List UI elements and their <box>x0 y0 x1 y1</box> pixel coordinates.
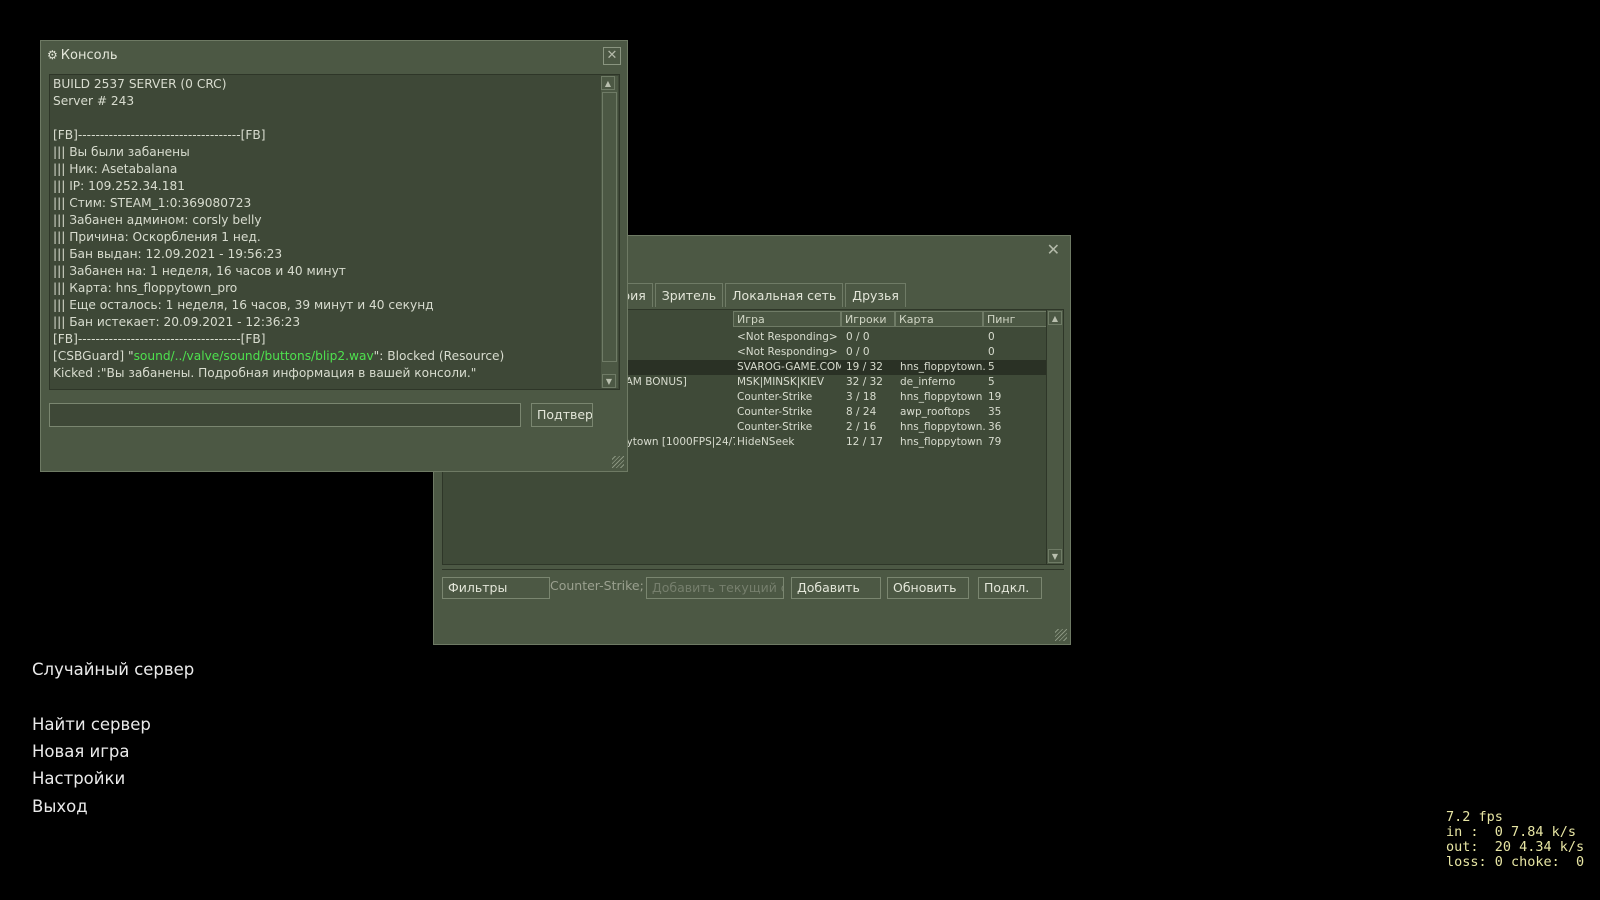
server-ping: 5 <box>988 361 995 373</box>
scroll-up-icon[interactable]: ▲ <box>1048 311 1062 325</box>
server-map: hns_floppytown... <box>900 421 986 433</box>
server-game: <Not Responding> <box>737 346 838 358</box>
server-game: Counter-Strike <box>737 421 813 433</box>
console-window: ⚙ Консоль ✕ BUILD 2537 SERVER (0 CRC) Ser… <box>40 40 628 472</box>
console-line: ||| Бан истекает: 20.09.2021 - 12:36:23 <box>53 315 301 329</box>
server-game: <Not Responding> <box>737 331 838 343</box>
console-scrollbar[interactable]: ▲ ▼ <box>601 76 618 388</box>
console-line: ||| Бан выдан: 12.09.2021 - 19:56:23 <box>53 247 283 261</box>
scroll-up-icon[interactable]: ▲ <box>601 76 615 90</box>
server-ping: 35 <box>988 406 1002 418</box>
server-players: 3 / 18 <box>846 391 877 403</box>
console-line: ||| Ник: Asetabalana <box>53 162 178 176</box>
refresh-button[interactable]: Обновить <box>887 577 969 599</box>
console-line-kicked: Kicked :"Вы забанены. Подробная информац… <box>53 366 477 380</box>
add-current-server-button[interactable]: Добавить текущий се... <box>646 577 784 599</box>
console-line: BUILD 2537 SERVER (0 CRC) <box>53 77 227 91</box>
browser-button-bar: Фильтры Counter-Strike; Добавить текущий… <box>442 569 1064 604</box>
console-line: ||| Забанен на: 1 неделя, 16 часов и 40 … <box>53 264 346 278</box>
server-players: 19 / 32 <box>846 361 883 373</box>
server-players: 12 / 17 <box>846 436 883 448</box>
console-line: Server # 243 <box>53 94 135 108</box>
steam-icon: ⚙ <box>47 48 58 62</box>
submit-button[interactable]: Подтвер.. <box>531 403 593 427</box>
server-ping: 19 <box>988 391 1002 403</box>
server-players: 32 / 32 <box>846 376 883 388</box>
filter-summary: Counter-Strike; <box>550 578 644 593</box>
server-players: 2 / 16 <box>846 421 877 433</box>
console-line: [FB]------------------------------------… <box>53 128 266 142</box>
console-titlebar[interactable]: ⚙ Консоль <box>47 48 118 63</box>
server-map: de_inferno <box>900 376 956 388</box>
in-readout: in : 0 7.84 k/s <box>1446 824 1577 840</box>
console-line: ||| Карта: hns_floppytown_pro <box>53 281 238 295</box>
csb-prefix: [CSBGuard] " <box>53 349 134 363</box>
scroll-down-icon[interactable]: ▼ <box>602 374 616 388</box>
server-players: 0 / 0 <box>846 346 870 358</box>
net-graph: 7.2 fps in : 0 7.84 k/s out: 20 4.34 k/s lo… <box>1446 810 1584 870</box>
server-game: Counter-Strike <box>737 406 813 418</box>
fps-readout: 7.2 fps <box>1446 809 1503 825</box>
server-map: hns_floppytown <box>900 436 983 448</box>
console-line: ||| Вы были забанены <box>53 145 190 159</box>
filters-button[interactable]: Фильтры <box>442 577 550 599</box>
column-header-map[interactable]: Карта <box>895 311 983 327</box>
tab-friends[interactable]: Друзья <box>845 283 906 307</box>
console-command-input[interactable] <box>49 403 521 427</box>
csb-suffix: ": Blocked (Resource) <box>373 349 505 363</box>
list-scrollbar[interactable]: ▲ ▼ <box>1046 310 1063 564</box>
server-game: Counter-Strike <box>737 391 813 403</box>
csb-path: sound/../valve/sound/buttons/blip2.wav <box>133 349 374 363</box>
browser-tabs: История Зритель Локальная сеть Друзья <box>584 283 908 307</box>
server-map <box>900 330 986 345</box>
console-output: BUILD 2537 SERVER (0 CRC) Server # 243 [… <box>49 74 620 390</box>
menu-exit[interactable]: Выход <box>32 797 88 816</box>
menu-find-server[interactable]: Найти сервер <box>32 715 151 734</box>
server-ping: 79 <box>988 436 1002 448</box>
scroll-thumb[interactable] <box>602 92 617 362</box>
console-line: ||| Причина: Оскорбления 1 нед. <box>53 230 261 244</box>
server-map: hns_floppytown <box>900 391 983 403</box>
console-line: ||| IP: 109.252.34.181 <box>53 179 186 193</box>
menu-new-game[interactable]: Новая игра <box>32 742 130 761</box>
out-readout: out: 20 4.34 k/s <box>1446 839 1585 855</box>
tab-spectator[interactable]: Зритель <box>654 283 724 307</box>
tab-lan[interactable]: Локальная сеть <box>725 283 844 307</box>
console-line: [FB]------------------------------------… <box>53 332 266 346</box>
server-players: 8 / 24 <box>846 406 877 418</box>
menu-random-server[interactable]: Случайный сервер <box>32 660 194 679</box>
console-line: ||| Еще осталось: 1 неделя, 16 часов, 39… <box>53 298 434 312</box>
menu-settings[interactable]: Настройки <box>32 769 125 788</box>
loss-readout: loss: 0 choke: 0 <box>1446 854 1585 870</box>
console-line: ||| Стим: STEAM_1:0:369080723 <box>53 196 252 210</box>
scroll-down-icon[interactable]: ▼ <box>1048 549 1062 563</box>
column-header-game[interactable]: Игра <box>733 311 841 327</box>
server-map: awp_rooftops <box>900 406 971 418</box>
resize-grip-icon[interactable] <box>1055 629 1067 641</box>
add-server-button[interactable]: Добавить <box>791 577 881 599</box>
server-ping: 36 <box>988 421 1002 433</box>
server-game: HideNSeek <box>737 436 795 448</box>
column-header-players[interactable]: Игроки <box>841 311 895 327</box>
server-map: hns_floppytown... <box>900 361 986 373</box>
connect-button[interactable]: Подкл. <box>978 577 1042 599</box>
server-game: MSK|MINSK|KIEV <box>737 376 825 388</box>
console-title: Консоль <box>60 48 118 63</box>
resize-grip-icon[interactable] <box>612 456 624 468</box>
server-ping: 0 <box>988 331 995 343</box>
console-line: ||| Забанен админом: corsly belly <box>53 213 262 227</box>
server-ping: 0 <box>988 346 995 358</box>
column-header-ping[interactable]: Пинг <box>983 311 1049 327</box>
console-line-csbguard: [CSBGuard] "sound/../valve/sound/buttons… <box>53 348 504 365</box>
server-map <box>900 345 986 360</box>
server-ping: 5 <box>988 376 995 388</box>
server-game: SVAROG-GAME.COM <box>737 361 841 373</box>
server-players: 0 / 0 <box>846 331 870 343</box>
close-icon[interactable]: ✕ <box>1047 240 1060 259</box>
close-icon[interactable]: ✕ <box>603 47 621 65</box>
